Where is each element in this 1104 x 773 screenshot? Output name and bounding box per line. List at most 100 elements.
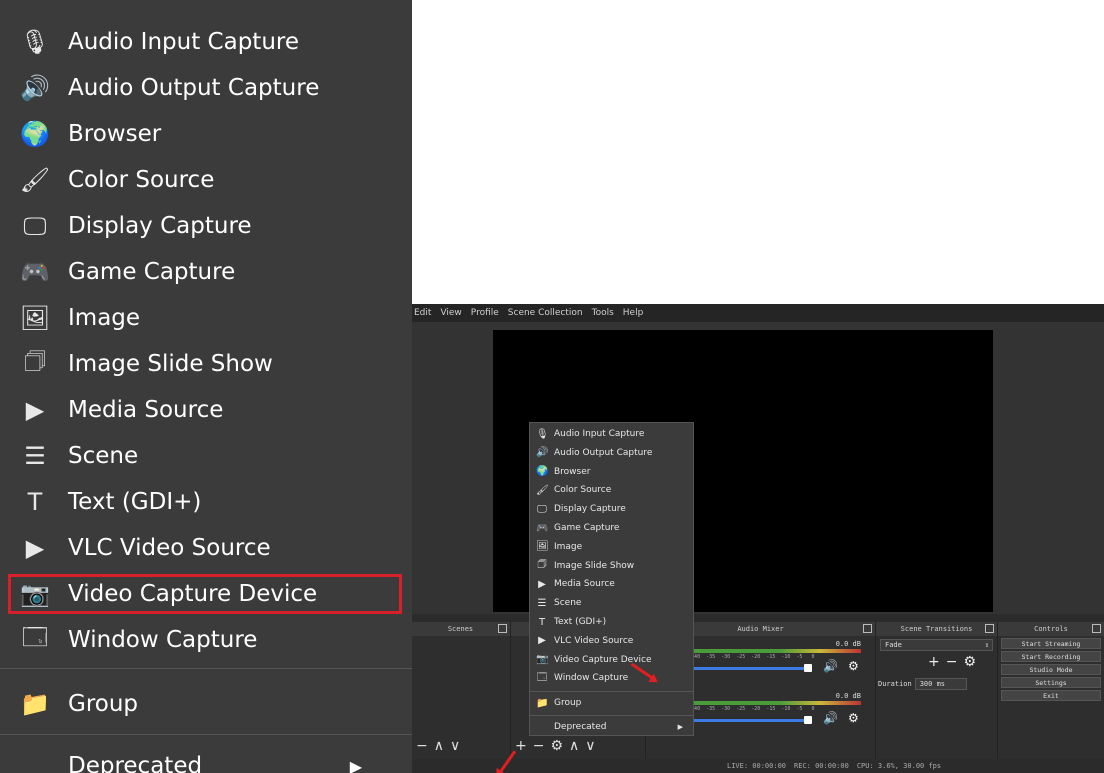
popup-menu-item-label: VLC Video Source (554, 635, 634, 646)
popup-menu-item[interactable]: ▶ VLC Video Source (530, 632, 693, 650)
zoom-menu-item-label: Image (68, 305, 141, 331)
studio-mode-button[interactable]: Studio Mode (1001, 664, 1101, 675)
speaker-icon[interactable]: 🔊 (823, 659, 838, 673)
db-readout-2: 0.0 dB (835, 692, 861, 700)
zoom-menu-item[interactable]: 🖼 Image (0, 296, 412, 340)
play-icon: ▶ (25, 534, 45, 562)
zoom-menu-item-label: Group (68, 691, 139, 717)
popup-menu-item[interactable]: 🖌 Color Source (530, 481, 693, 499)
popup-menu-item[interactable]: 🎮 Game Capture (530, 519, 693, 537)
popup-menu-item[interactable]: 🖼 Image (530, 538, 693, 556)
remove-icon[interactable]: − (946, 654, 958, 670)
popup-menu-item[interactable]: 📷 Video Capture Device (530, 651, 693, 669)
gear-icon[interactable]: ⚙ (550, 738, 563, 754)
transitions-title: Scene Transitions (900, 625, 973, 633)
submenu-arrow-icon: ▶ (677, 723, 683, 731)
duration-row: Duration 300 ms (878, 678, 967, 690)
popup-menu-item-label: Video Capture Device (554, 654, 652, 665)
start-streaming-button[interactable]: Start Streaming (1001, 638, 1101, 649)
separator (530, 691, 693, 692)
float-icon[interactable] (863, 624, 872, 633)
popup-menu-item[interactable]: ▶ Media Source (530, 575, 693, 593)
zoom-menu-item[interactable]: ☰ Scene (0, 434, 412, 478)
slideshow-icon: 🗇 (23, 346, 47, 375)
popup-menu-item[interactable]: 🗔 Window Capture (530, 669, 693, 687)
list-icon: ☰ (537, 597, 547, 609)
fader-knob-1[interactable] (804, 664, 812, 672)
down-icon[interactable]: ∨ (450, 738, 460, 754)
zoom-menu-item[interactable]: 🎮 Game Capture (0, 250, 412, 294)
zoom-menu-item[interactable]: 🌍 Browser (0, 112, 412, 156)
transition-select[interactable]: Fade ⇕ (880, 639, 993, 651)
monitor-icon: 🖵 (23, 212, 47, 240)
scenes-toolbar: − ∧ ∨ (416, 738, 460, 754)
separator (0, 734, 412, 735)
fader-knob-2[interactable] (804, 716, 812, 724)
speaker-icon[interactable]: 🔊 (823, 711, 838, 725)
menu-profile[interactable]: Profile (471, 308, 499, 318)
zoom-menu-item-group[interactable]: 📁 Group (0, 682, 412, 726)
exit-button[interactable]: Exit (1001, 690, 1101, 701)
menu-help[interactable]: Help (623, 308, 644, 318)
scenes-header: Scenes (412, 622, 510, 636)
menu-view[interactable]: View (440, 308, 461, 318)
zoom-menu-item[interactable]: ▶ Media Source (0, 388, 412, 432)
play-icon: ▶ (538, 578, 546, 590)
zoom-menu-item-label: Audio Input Capture (68, 29, 299, 55)
popup-menu-item-label: Deprecated (554, 722, 607, 732)
globe-icon: 🌍 (536, 466, 549, 478)
up-icon[interactable]: ∧ (569, 738, 579, 754)
remove-icon[interactable]: − (416, 738, 428, 754)
zoom-menu-item[interactable]: 🖌 Color Source (0, 158, 412, 202)
separator (530, 715, 693, 716)
zoom-menu-item[interactable]: 🗇 Image Slide Show (0, 342, 412, 386)
zoom-menu-item[interactable]: 🎙 Audio Input Capture (0, 20, 412, 64)
zoom-menu-item-label: Image Slide Show (68, 351, 273, 377)
up-icon[interactable]: ∧ (434, 738, 444, 754)
transition-value: Fade (885, 641, 902, 649)
popup-menu-item[interactable]: 🔊 Audio Output Capture (530, 444, 693, 462)
gear-icon[interactable]: ⚙ (848, 659, 859, 673)
zoom-menu-item[interactable]: 🖵 Display Capture (0, 204, 412, 248)
zoom-menu-item[interactable]: ▶ VLC Video Source (0, 526, 412, 570)
popup-menu-item-group[interactable]: 📁 Group (530, 694, 693, 712)
popup-menu-item-deprecated[interactable]: Deprecated ▶ (530, 718, 693, 736)
zoom-menu-item[interactable]: 🗔 Window Capture (0, 618, 412, 662)
down-icon[interactable]: ∨ (585, 738, 595, 754)
speaker-icon: 🔊 (20, 74, 50, 102)
popup-menu-item[interactable]: 🌍 Browser (530, 463, 693, 481)
settings-button[interactable]: Settings (1001, 677, 1101, 688)
duration-input[interactable]: 300 ms (914, 678, 967, 690)
zoomed-add-source-menu: 🎙 Audio Input Capture 🔊 Audio Output Captur… (0, 0, 412, 773)
float-icon[interactable] (498, 624, 507, 633)
float-icon[interactable] (985, 624, 994, 633)
transition-buttons: + − ⚙ (928, 654, 976, 670)
popup-menu-item[interactable]: ☰ Scene (530, 594, 693, 612)
popup-menu-item-label: Game Capture (554, 523, 620, 533)
zoom-menu-item[interactable]: 🔊 Audio Output Capture (0, 66, 412, 110)
popup-menu-item-label: Media Source (554, 579, 615, 590)
start-recording-button[interactable]: Start Recording (1001, 651, 1101, 662)
status-bar: LIVE: 00:00:00 REC: 00:00:00 CPU: 3.6%, 30… (412, 759, 1104, 773)
float-icon[interactable] (1092, 624, 1101, 633)
popup-menu-item[interactable]: 🎙 Audio Input Capture (530, 425, 693, 443)
add-icon[interactable]: + (928, 654, 940, 670)
controls-list: Start Streaming Start Recording Studio Mod… (998, 638, 1104, 701)
zoom-menu-item-label: Game Capture (68, 259, 236, 285)
paintbrush-icon: 🖌 (536, 484, 549, 496)
gear-icon[interactable]: ⚙ (848, 711, 859, 725)
popup-menu-item[interactable]: 🗇 Image Slide Show (530, 557, 693, 575)
popup-menu-item[interactable]: T Text (GDI+) (530, 613, 693, 631)
popup-menu-item-label: Audio Input Capture (554, 429, 645, 439)
menu-scene-collection[interactable]: Scene Collection (508, 308, 583, 318)
zoom-menu-item-deprecated[interactable]: Deprecated ▶ (0, 744, 412, 773)
gear-icon[interactable]: ⚙ (963, 654, 976, 670)
add-icon[interactable]: + (515, 738, 527, 754)
menu-edit[interactable]: Edit (414, 308, 431, 318)
remove-icon[interactable]: − (533, 738, 545, 754)
menu-tools[interactable]: Tools (592, 308, 614, 318)
popup-menu-item[interactable]: 🖵 Display Capture (530, 500, 693, 518)
zoom-menu-item-label: Color Source (68, 167, 215, 193)
list-icon: ☰ (24, 442, 46, 470)
zoom-menu-item[interactable]: T Text (GDI+) (0, 480, 412, 524)
